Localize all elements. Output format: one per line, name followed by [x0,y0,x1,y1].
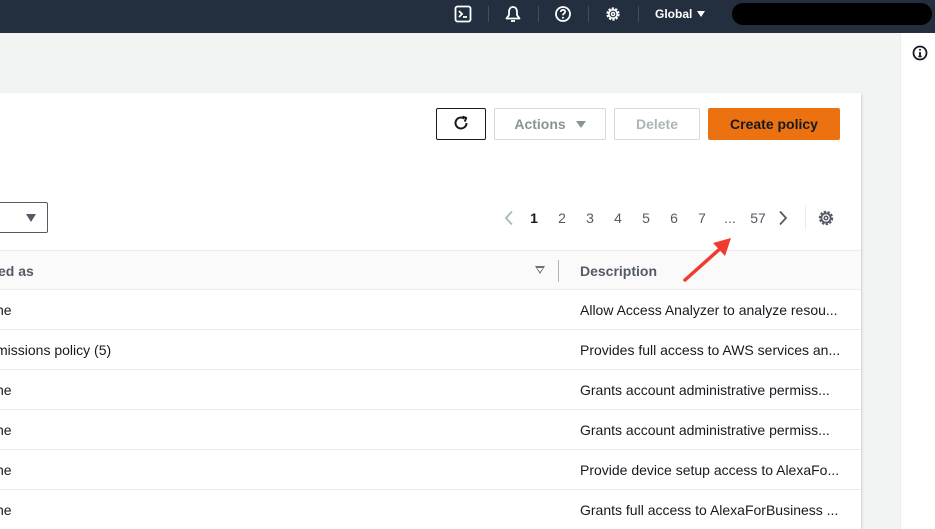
page-6[interactable]: 6 [660,210,688,226]
policies-table-container: Actions Delete Create policy 1 2 3 4 5 6… [0,93,861,529]
breadcrumb-area [0,33,900,93]
delete-button[interactable]: Delete [614,108,700,140]
create-policy-button[interactable]: Create policy [708,108,840,140]
cell-description: Grants account administrative permiss... [580,382,830,398]
filter-type-select[interactable] [0,202,48,233]
page-2[interactable]: 2 [548,210,576,226]
table-row[interactable]: ne Grants account administrative permiss… [0,370,861,410]
table-row[interactable]: ne Provide device setup access to AlexaF… [0,450,861,490]
table-row[interactable]: ne Grants full access to AlexaForBusines… [0,490,861,529]
cell-description: Allow Access Analyzer to analyze resou..… [580,302,838,318]
table-preferences-gear-icon[interactable] [817,209,835,232]
refresh-icon [452,114,470,135]
page-ellipsis: ... [724,210,736,226]
cell-description: Grants full access to AlexaForBusiness .… [580,502,839,518]
settings-icon[interactable] [602,0,624,28]
create-policy-label: Create policy [730,116,818,132]
top-navigation-bar: Global [0,0,935,33]
cloudshell-icon[interactable] [452,0,474,28]
cell-used-as: ne [0,382,12,398]
cell-description: Provide device setup access to AlexaFo..… [580,462,840,478]
sort-down-icon[interactable] [535,266,545,274]
caret-down-icon [575,120,586,128]
table-row[interactable]: ne Grants account administrative permiss… [0,410,861,450]
cell-used-as: missions policy (5) [0,342,112,358]
column-resize-handle[interactable] [558,260,559,282]
cell-used-as: ne [0,502,12,518]
help-icon[interactable] [552,0,574,28]
page-4[interactable]: 4 [604,210,632,226]
help-panel-rail [900,33,935,529]
table-row[interactable]: missions policy (5) Provides full access… [0,330,861,370]
table-row[interactable]: ne Allow Access Analyzer to analyze reso… [0,290,861,330]
cell-used-as: ne [0,422,12,438]
cell-description: Provides full access to AWS services an.… [580,342,841,358]
cell-used-as: ne [0,462,12,478]
divider [488,6,489,22]
delete-label: Delete [635,116,679,132]
page-1[interactable]: 1 [520,210,548,226]
column-header-used-as[interactable]: ed as [0,251,34,291]
divider [588,6,589,22]
divider [638,6,639,22]
cell-description: Grants account administrative permiss... [580,422,830,438]
annotation-arrow-icon [683,238,731,282]
caret-down-icon [697,11,706,17]
page-5[interactable]: 5 [632,210,660,226]
divider [805,206,806,230]
divider [538,6,539,22]
pagination: 1 2 3 4 5 6 7 ... 57 [498,204,794,232]
cell-used-as: ne [0,302,12,318]
caret-down-icon [26,214,36,222]
actions-dropdown-button[interactable]: Actions [494,108,606,140]
refresh-button[interactable] [436,108,486,140]
page-57[interactable]: 57 [744,210,772,226]
chevron-right-icon[interactable] [772,210,794,226]
actions-label: Actions [514,116,566,132]
region-selector[interactable]: Global [655,0,706,28]
region-label: Global [655,7,693,21]
notifications-icon[interactable] [502,0,524,28]
page-3[interactable]: 3 [576,210,604,226]
column-header-description[interactable]: Description [580,251,657,291]
chevron-left-icon[interactable] [498,210,520,226]
account-menu-redacted[interactable] [732,3,932,25]
info-icon[interactable] [912,45,928,66]
page-7[interactable]: 7 [688,210,716,226]
